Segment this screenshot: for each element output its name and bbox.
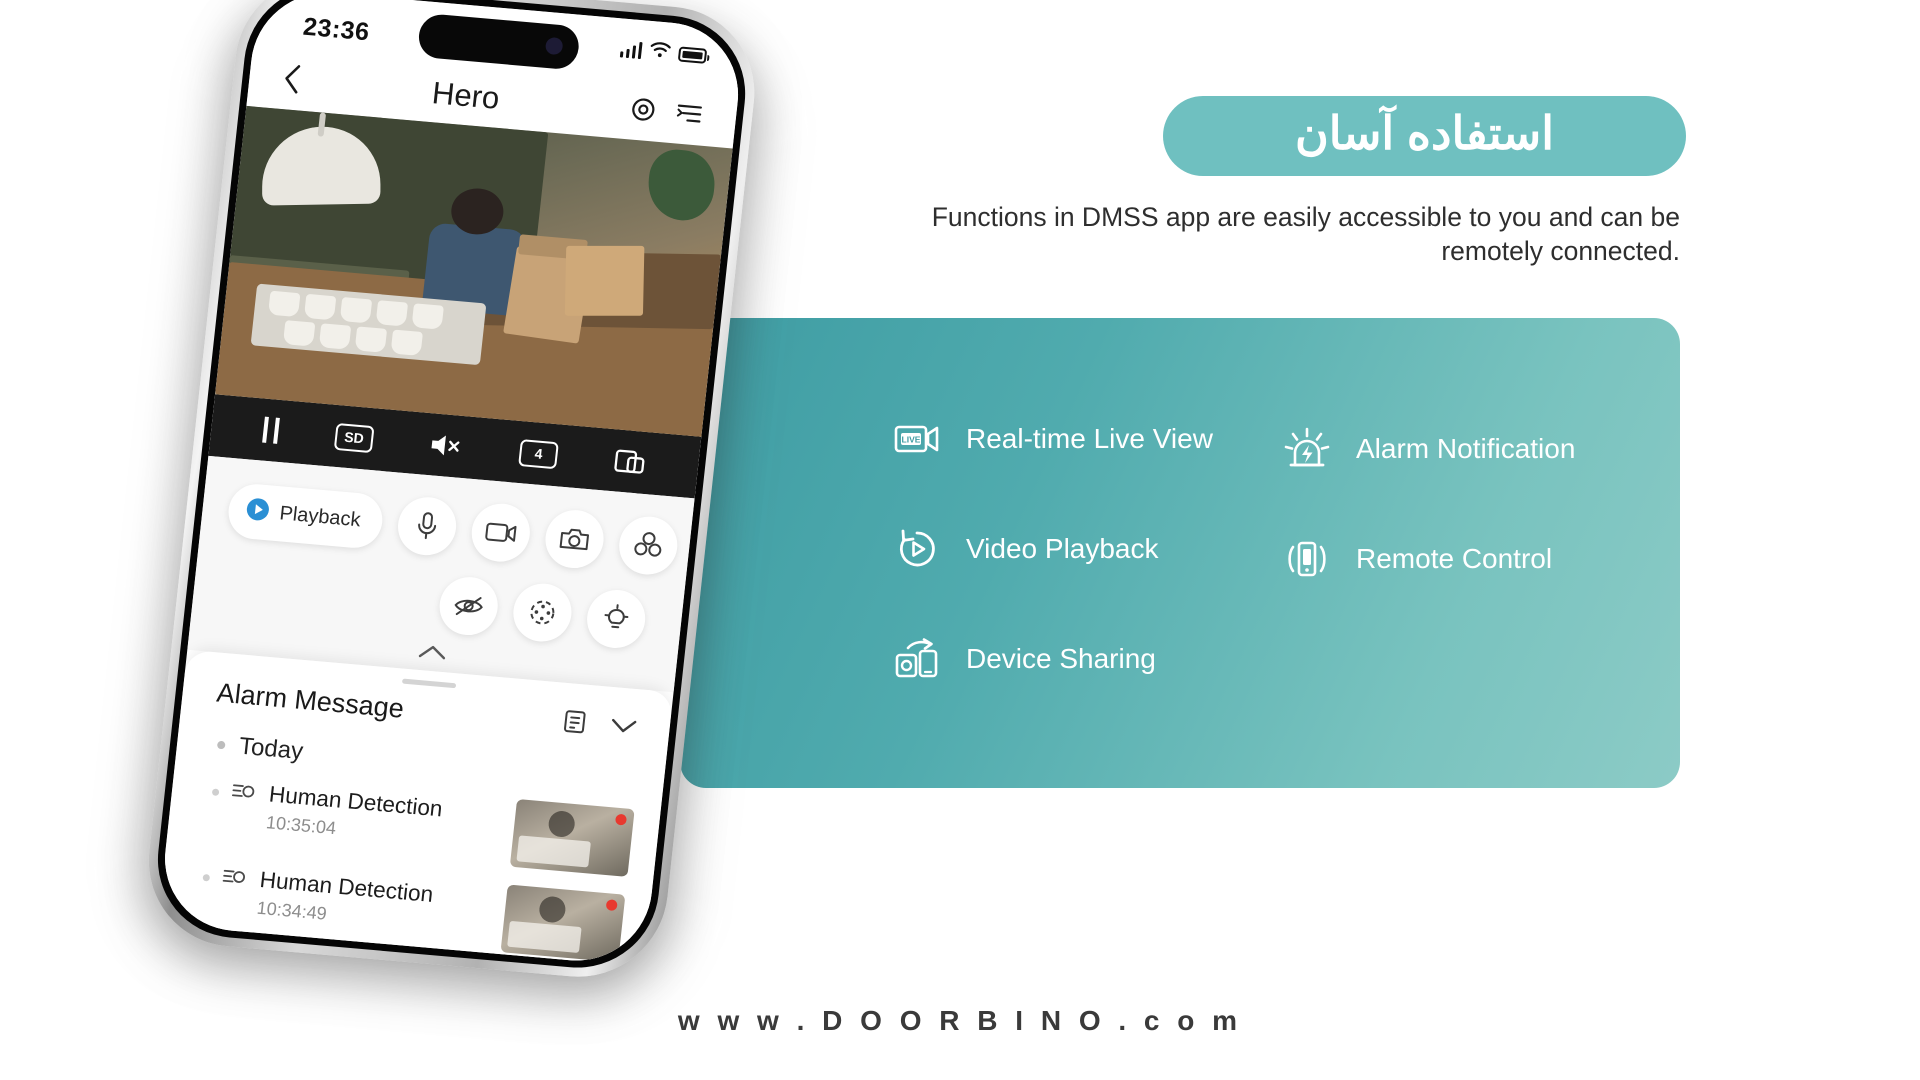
timeline-dot	[216, 740, 226, 750]
video-cup	[411, 303, 444, 330]
picture-in-picture-icon[interactable]	[613, 447, 648, 476]
video-cup	[318, 323, 352, 350]
alarm-siren-icon	[1280, 424, 1334, 474]
video-playback-icon	[890, 524, 944, 574]
alarm-group-label: Today	[237, 732, 305, 766]
footer-website: w w w . D O O R B I N O . c o m	[677, 1005, 1243, 1036]
video-cup	[375, 300, 409, 327]
nav-actions	[628, 95, 703, 132]
status-indicators	[619, 38, 708, 66]
front-camera-icon	[544, 36, 564, 56]
feature-item-device-sharing[interactable]: Device Sharing	[890, 633, 1213, 685]
alarm-item-time: 10:35:04	[265, 812, 338, 839]
feature-label: Remote Control	[1356, 543, 1553, 574]
list-menu-icon[interactable]	[675, 101, 704, 130]
feature-panel: LIVE Real-time Live View Video Playback	[680, 318, 1680, 788]
brightness-bulb-icon[interactable]	[584, 587, 649, 651]
svg-text:LIVE: LIVE	[902, 435, 921, 445]
timeline-dot	[211, 788, 220, 796]
video-plant	[644, 147, 719, 223]
phone-mockup: 23:36 Hero SD 4 Playback Alarm Message T…	[94, 0, 826, 1064]
battery-icon	[677, 46, 708, 64]
playback-label: Playback	[278, 501, 362, 531]
timeline-dot	[202, 873, 211, 882]
gear-icon[interactable]	[628, 95, 657, 128]
feature-item-video-playback[interactable]: Video Playback	[890, 523, 1213, 575]
cellular-signal-icon	[619, 40, 643, 60]
microphone-icon[interactable]	[395, 494, 460, 558]
document-icon[interactable]	[560, 708, 589, 741]
alarm-thumbnail[interactable]	[509, 799, 635, 877]
live-camera-icon: LIVE	[890, 414, 944, 464]
alarm-item-text: Human Detection 10:34:49	[256, 867, 508, 940]
feature-item-remote-control[interactable]: Remote Control	[1280, 533, 1575, 585]
alarm-item-time: 10:34:49	[255, 897, 328, 924]
video-cup	[354, 326, 388, 353]
human-detection-icon	[230, 780, 259, 807]
feature-label: Device Sharing	[966, 643, 1156, 674]
function-row-secondary	[217, 556, 658, 652]
alarm-item-text: Human Detection 10:35:04	[265, 781, 517, 854]
phone-frame: 23:36 Hero SD 4 Playback Alarm Message T…	[139, 0, 764, 984]
ptz-control-icon[interactable]	[510, 581, 575, 644]
speaker-mute-icon[interactable]	[428, 430, 465, 461]
alarm-thumbnail[interactable]	[500, 884, 626, 963]
phone-screen: 23:36 Hero SD 4 Playback Alarm Message T…	[157, 0, 746, 967]
eye-off-icon[interactable]	[436, 574, 501, 638]
feature-column-left: LIVE Real-time Live View Video Playback	[890, 413, 1213, 743]
fisheye-grid-icon[interactable]	[616, 514, 681, 577]
human-detection-icon	[221, 866, 250, 893]
subtitle-text: Functions in DMSS app are easily accessi…	[931, 202, 1680, 267]
headline-badge-text: استفاده آسان	[1295, 107, 1554, 159]
unread-dot	[605, 899, 618, 912]
video-cup	[267, 290, 301, 318]
wifi-icon	[649, 41, 672, 64]
pause-icon[interactable]	[262, 416, 281, 444]
headline-badge: استفاده آسان	[1163, 96, 1686, 176]
video-cup	[303, 293, 337, 321]
playback-button[interactable]: Playback	[225, 481, 386, 550]
video-cup	[339, 296, 373, 324]
quality-badge[interactable]: SD	[333, 422, 375, 453]
feature-item-live-view[interactable]: LIVE Real-time Live View	[890, 413, 1213, 465]
remote-control-icon	[1280, 534, 1334, 584]
page-title: Hero	[430, 75, 502, 116]
feature-label: Alarm Notification	[1356, 433, 1576, 464]
device-sharing-icon	[890, 634, 944, 684]
timeline-dot	[193, 959, 201, 967]
chevron-down-icon[interactable]	[608, 716, 638, 741]
feature-column-right: Alarm Notification Remote Control	[1280, 423, 1575, 643]
chevron-up-icon[interactable]	[416, 643, 448, 666]
video-box	[564, 245, 645, 316]
status-time: 23:36	[301, 12, 372, 47]
snapshot-camera-icon[interactable]	[542, 507, 607, 571]
feature-label: Video Playback	[966, 533, 1159, 564]
sheet-grabber[interactable]	[401, 678, 457, 689]
feature-label: Real-time Live View	[966, 423, 1213, 454]
dynamic-island	[416, 12, 581, 71]
video-cup	[390, 329, 423, 356]
record-video-icon[interactable]	[468, 501, 533, 565]
chevron-left-icon[interactable]	[282, 63, 304, 99]
alarm-message-sheet: Alarm Message Today Human Detection 10:3…	[157, 649, 674, 967]
unread-dot	[614, 813, 628, 826]
live-video-feed[interactable]	[215, 105, 733, 437]
video-cup	[282, 320, 316, 347]
phone-bezel: 23:36 Hero SD 4 Playback Alarm Message T…	[149, 0, 754, 975]
split-screen-badge[interactable]: 4	[518, 438, 560, 469]
alarm-sheet-actions	[560, 708, 639, 745]
playback-circle-icon	[243, 495, 272, 528]
feature-item-alarm-notification[interactable]: Alarm Notification	[1280, 423, 1575, 475]
